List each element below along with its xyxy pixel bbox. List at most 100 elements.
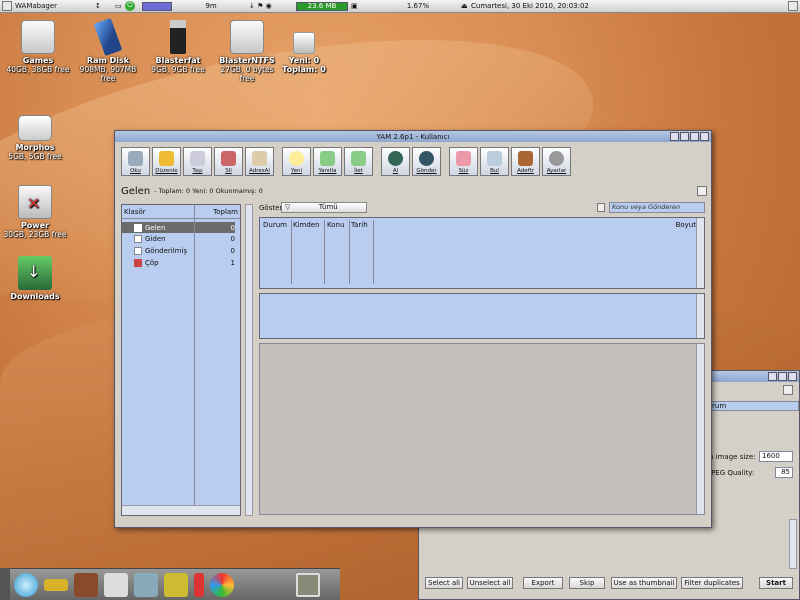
trash-icon: [221, 151, 236, 166]
export-button[interactable]: Export: [523, 577, 563, 589]
col-from[interactable]: Kimden: [293, 221, 320, 229]
select-all-button[interactable]: Select all: [425, 577, 463, 589]
filter-duplicates-button[interactable]: Filter duplicates: [681, 577, 743, 589]
folder-row-sent[interactable]: Gönderilmiş 0: [122, 245, 235, 257]
desktop-icon-ramdisk[interactable]: Ram Disk 908MB, 907MB free: [73, 17, 143, 83]
message-list[interactable]: Durum Kimden Konu Tarih Boyut: [259, 217, 705, 289]
move-icon: [190, 151, 205, 166]
show-filter-select[interactable]: ▽ Tümü: [281, 202, 367, 213]
delete-button[interactable]: Sil: [214, 147, 243, 176]
col-status[interactable]: Durum: [263, 221, 287, 229]
message-list-header: Durum Kimden Konu Tarih Boyut: [260, 218, 704, 230]
addressbook-button[interactable]: Adeftr: [511, 147, 540, 176]
folder-col-total[interactable]: Toplam: [208, 208, 238, 216]
browser-icon[interactable]: [14, 572, 38, 597]
start-button[interactable]: Start: [759, 577, 793, 589]
computer-icon: [18, 115, 52, 141]
figure-icon[interactable]: [74, 572, 98, 597]
yam-titlebar[interactable]: YAM 2.6p1 - Kullanıcı: [115, 131, 711, 142]
clipboard-icon[interactable]: ▣: [348, 1, 378, 12]
pen-icon[interactable]: [164, 572, 188, 597]
dock-handle[interactable]: [0, 568, 10, 600]
eject-icon[interactable]: ⏏: [458, 1, 468, 12]
power-icon[interactable]: ⏻: [122, 1, 138, 12]
search-icon[interactable]: [597, 203, 605, 212]
desktop-icon-mail-status[interactable]: Yeni: 0 Toplam: 0: [269, 32, 339, 74]
forward-button[interactable]: İlet: [344, 147, 373, 176]
desktop-icon-power[interactable]: ✕ Power 30GB, 23GB free: [0, 185, 70, 239]
filter-button[interactable]: Süz: [449, 147, 478, 176]
dock: [10, 568, 340, 600]
avatar[interactable]: [296, 572, 320, 597]
folder-info-icon[interactable]: [697, 186, 707, 196]
search-icon: [487, 151, 502, 166]
menubar-depth-button[interactable]: [788, 1, 798, 11]
desktop-icon-games[interactable]: Games 40GB, 38GB free: [3, 20, 73, 74]
folder-row-inbox[interactable]: Gelen 0: [122, 222, 235, 233]
zoom-button[interactable]: [680, 132, 689, 141]
settings-button[interactable]: Ayarlar: [542, 147, 571, 176]
folder-list[interactable]: Klasör Toplam Gelen 0 Giden 0 Gönderilmiş 0…: [121, 204, 241, 516]
cpu-label: 9m: [205, 2, 217, 10]
quick-search-input[interactable]: Konu veya Gönderen: [609, 202, 705, 213]
folder-col-name[interactable]: Klasör: [124, 208, 208, 216]
tools-icon[interactable]: [104, 572, 128, 597]
globe-down-icon: [388, 151, 403, 166]
iconify-button[interactable]: [690, 132, 699, 141]
inbox-icon: [134, 223, 142, 232]
iconify-button[interactable]: [788, 372, 797, 381]
send-button[interactable]: Gönder: [412, 147, 441, 176]
folder-title: Gelen: [121, 185, 151, 197]
addressbook-icon: [252, 151, 267, 166]
image-size-input[interactable]: 1600: [759, 451, 793, 462]
tool-icon[interactable]: [44, 578, 68, 591]
format-select[interactable]: rum: [709, 401, 799, 411]
col-size[interactable]: Boyut: [676, 221, 696, 229]
reply-button[interactable]: Yanıtla: [313, 147, 342, 176]
preview-scrollbar[interactable]: [696, 294, 704, 338]
address-button[interactable]: AdresAl: [245, 147, 274, 176]
folder-hscrollbar[interactable]: [122, 505, 240, 515]
edit-button[interactable]: Düzenle: [152, 147, 181, 176]
forward-icon: [351, 151, 366, 166]
folder-icon[interactable]: [783, 385, 793, 395]
new-button[interactable]: Yeni: [282, 147, 311, 176]
funnel-icon: [456, 151, 471, 166]
unselect-all-button[interactable]: Unselect all: [467, 577, 513, 589]
folder-row-trash[interactable]: Çöp 1: [122, 257, 235, 269]
move-button[interactable]: Taşı: [183, 147, 212, 176]
depth-button[interactable]: [670, 132, 679, 141]
panel-divider[interactable]: [245, 204, 253, 516]
window-icon[interactable]: ▭: [112, 1, 122, 12]
cpu-meter: [142, 1, 172, 11]
mail-drive-icon: [293, 32, 315, 54]
find-button[interactable]: Bul: [480, 147, 509, 176]
updown-icon: ↕: [95, 2, 101, 10]
yam-mail-window: YAM 2.6p1 - Kullanıcı Oku Düzenle Taşı S…: [114, 130, 712, 528]
desktop-icon-morphos[interactable]: Morphos 5GB, 5GB free: [0, 115, 70, 161]
depth-button[interactable]: [768, 372, 777, 381]
pencil-icon[interactable]: [194, 572, 204, 597]
screen-depth-button[interactable]: [2, 1, 12, 11]
zoom-button[interactable]: [778, 372, 787, 381]
body-scrollbar[interactable]: [696, 344, 704, 514]
col-subject[interactable]: Konu: [327, 221, 344, 229]
read-button[interactable]: Oku: [121, 147, 150, 176]
new-mail-icon: [289, 151, 304, 166]
get-button[interactable]: Al: [381, 147, 410, 176]
gallery-scrollbar[interactable]: [789, 519, 797, 569]
message-list-scrollbar[interactable]: [696, 218, 704, 288]
reply-icon: [320, 151, 335, 166]
skip-button[interactable]: Skip: [569, 577, 605, 589]
monitor-icon[interactable]: [134, 572, 158, 597]
col-date[interactable]: Tarih: [351, 221, 368, 229]
jpeg-quality-input[interactable]: 85: [775, 467, 793, 478]
jpeg-quality-label: JPEG Quality:: [709, 469, 755, 477]
close-button[interactable]: [700, 132, 709, 141]
folder-row-outbox[interactable]: Giden 0: [122, 233, 235, 245]
use-as-thumbnail-button[interactable]: Use as thumbnail: [611, 577, 677, 589]
pencil-icon: [159, 151, 174, 166]
desktop-icon-blasterfat[interactable]: Blasterfat 9GB, 9GB free: [143, 20, 213, 74]
desktop-icon-downloads[interactable]: ↓ Downloads: [0, 256, 70, 301]
color-wheel-icon[interactable]: [210, 572, 234, 597]
